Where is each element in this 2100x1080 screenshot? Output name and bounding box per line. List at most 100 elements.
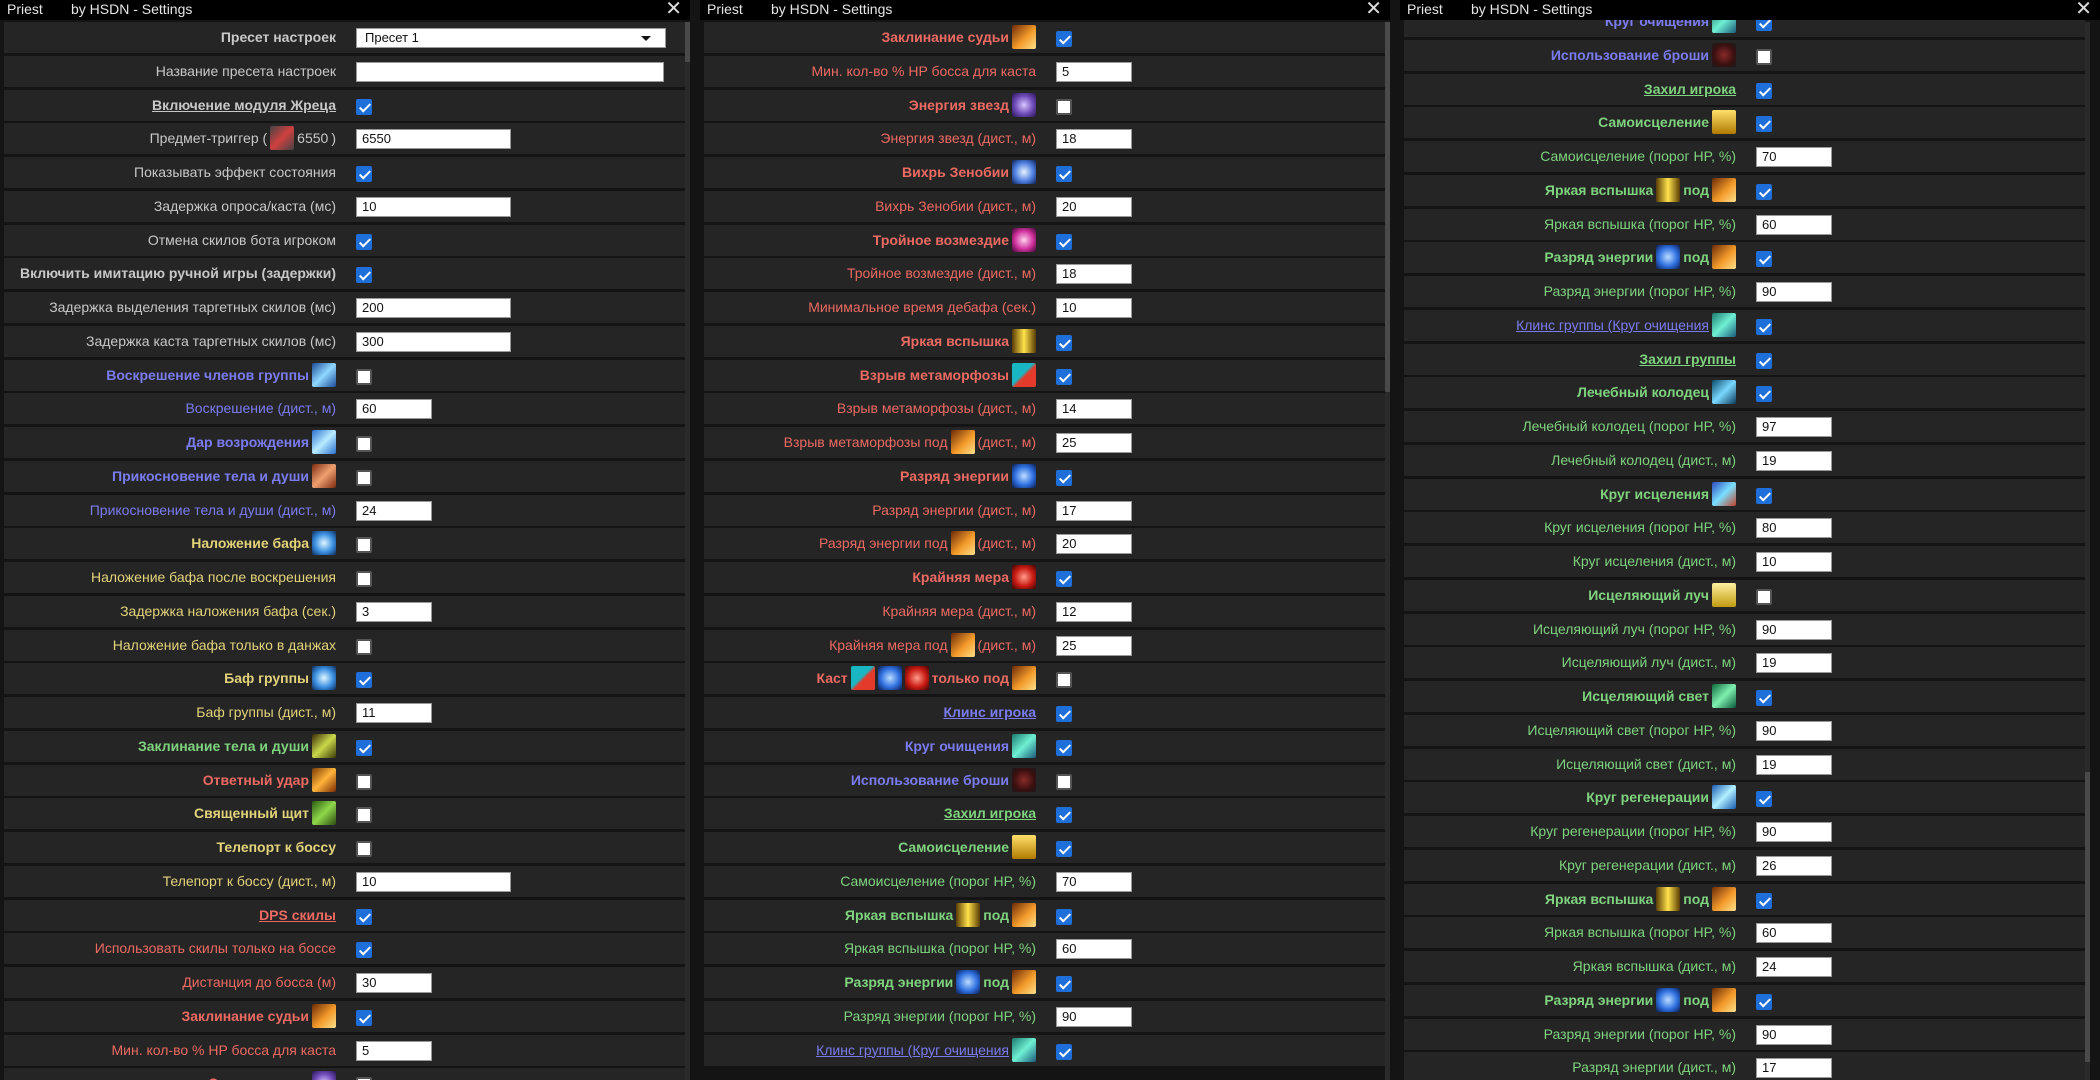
setting-input[interactable]: 14 [1056,399,1132,420]
setting-input[interactable]: 25 [1056,635,1132,656]
setting-input[interactable]: 24 [1756,957,1832,977]
setting-checkbox[interactable] [356,841,372,857]
setting-checkbox[interactable] [1756,116,1772,133]
setting-input[interactable]: 10 [356,196,511,217]
setting-input[interactable]: 90 [1756,822,1832,842]
setting-checkbox[interactable] [356,166,372,182]
setting-input[interactable]: 20 [1056,534,1132,555]
setting-input[interactable]: 12 [1056,601,1132,622]
setting-input[interactable]: 19 [1756,754,1832,775]
setting-checkbox[interactable] [1056,334,1072,351]
setting-checkbox[interactable] [1056,739,1072,756]
setting-input[interactable]: 18 [1056,129,1132,150]
setting-checkbox[interactable] [356,807,372,824]
scrollbar[interactable] [2085,22,2090,1080]
setting-input[interactable]: 5 [1056,61,1132,82]
setting-input[interactable]: 10 [356,871,511,892]
setting-checkbox[interactable] [356,942,372,959]
setting-input[interactable]: 20 [1056,196,1132,217]
setting-checkbox[interactable] [1056,908,1072,925]
setting-checkbox[interactable] [1056,166,1072,182]
title-bar[interactable]: Priest by HSDN - Settings ✕ [700,0,1390,20]
setting-input[interactable]: 97 [1756,417,1832,437]
setting-label[interactable]: DPS скилы [259,907,336,923]
setting-input[interactable]: 90 [1756,720,1832,741]
setting-input[interactable]: 30 [356,973,432,993]
setting-input[interactable]: 90 [1756,1024,1832,1045]
setting-input[interactable]: 17 [1056,500,1132,521]
setting-checkbox[interactable] [356,672,372,689]
setting-input[interactable]: 300 [356,331,511,352]
setting-checkbox[interactable] [1756,690,1772,706]
setting-checkbox[interactable] [1756,892,1772,909]
setting-checkbox[interactable] [1756,20,1772,31]
setting-input[interactable]: 70 [1756,147,1832,167]
setting-checkbox[interactable] [1056,469,1072,486]
setting-checkbox[interactable] [356,739,372,756]
setting-checkbox[interactable] [1756,791,1772,808]
title-bar[interactable]: Priest by HSDN - Settings ✕ [0,0,690,20]
setting-checkbox[interactable] [1756,487,1772,504]
setting-input[interactable]: 10 [1056,298,1132,318]
setting-label[interactable]: Захил игрока [1644,81,1736,97]
setting-input[interactable]: 10 [1756,552,1832,572]
preset-select[interactable]: Пресет 1 [356,28,666,48]
setting-checkbox[interactable] [1756,318,1772,335]
setting-input[interactable]: 25 [1056,433,1132,453]
setting-checkbox[interactable] [1056,31,1072,47]
setting-input[interactable]: 24 [356,500,432,521]
setting-checkbox[interactable] [356,1009,372,1026]
setting-label[interactable]: Клинс группы (Круг очищения [816,1037,1036,1062]
setting-input[interactable]: 200 [356,298,511,318]
setting-input[interactable]: 19 [1756,653,1832,674]
setting-checkbox[interactable] [1056,1043,1072,1060]
setting-input[interactable]: 60 [356,399,432,420]
setting-checkbox[interactable] [356,98,372,115]
scrollbar[interactable] [685,22,690,1080]
setting-input[interactable]: 70 [1056,871,1132,892]
setting-input[interactable]: 90 [1756,282,1832,302]
setting-checkbox[interactable] [1756,48,1772,65]
setting-checkbox[interactable] [1756,183,1772,200]
setting-checkbox[interactable] [1056,706,1072,722]
setting-input[interactable]: 80 [1756,518,1832,539]
setting-checkbox[interactable] [1056,672,1072,689]
setting-label[interactable]: Включение модуля Жреца [152,97,336,113]
close-icon[interactable]: ✕ [2075,0,2092,19]
setting-input[interactable] [356,61,664,82]
close-icon[interactable]: ✕ [665,0,682,19]
setting-input[interactable]: 60 [1756,214,1832,235]
setting-checkbox[interactable] [1756,588,1772,605]
close-icon[interactable]: ✕ [1365,0,1382,19]
setting-checkbox[interactable] [356,469,372,486]
setting-input[interactable]: 19 [1756,450,1832,471]
title-bar[interactable]: Priest by HSDN - Settings ✕ [1400,0,2100,20]
setting-checkbox[interactable] [1056,233,1072,250]
setting-label[interactable]: Клинс игрока [943,704,1036,720]
setting-checkbox[interactable] [1056,368,1072,385]
setting-checkbox[interactable] [1756,251,1772,268]
setting-checkbox[interactable] [356,368,372,385]
setting-checkbox[interactable] [1756,993,1772,1010]
setting-input[interactable]: 26 [1756,855,1832,876]
setting-checkbox[interactable] [1756,386,1772,403]
setting-input[interactable]: 90 [1056,1006,1132,1027]
setting-checkbox[interactable] [356,908,372,925]
setting-checkbox[interactable] [1056,976,1072,992]
setting-checkbox[interactable] [356,436,372,452]
setting-input[interactable]: 3 [356,601,432,622]
setting-input[interactable]: 60 [1056,939,1132,960]
setting-input[interactable]: 17 [1756,1058,1832,1079]
setting-checkbox[interactable] [356,267,372,284]
setting-checkbox[interactable] [1056,571,1072,587]
setting-checkbox[interactable] [356,638,372,655]
setting-checkbox[interactable] [356,571,372,587]
setting-label[interactable]: Захил игрока [944,805,1036,821]
setting-checkbox[interactable] [1756,352,1772,369]
setting-checkbox[interactable] [356,537,372,554]
setting-input[interactable]: 60 [1756,923,1832,944]
scrollbar[interactable] [1385,22,1390,1080]
setting-label[interactable]: Захил группы [1639,351,1736,367]
setting-input[interactable]: 90 [1756,619,1832,640]
setting-checkbox[interactable] [1056,841,1072,857]
